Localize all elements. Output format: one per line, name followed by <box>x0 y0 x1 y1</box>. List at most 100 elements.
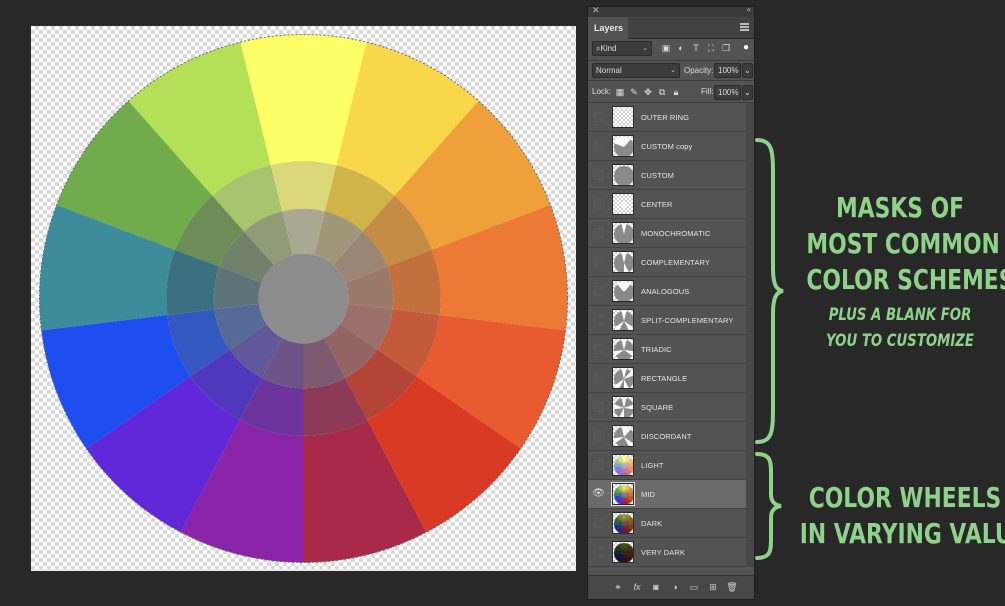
layer-thumbnail <box>612 454 634 476</box>
layer-thumbnail <box>611 482 635 506</box>
close-icon[interactable]: ✕ <box>592 5 600 16</box>
layer-row[interactable]: COMPLEMENTARY <box>588 248 746 277</box>
filter-type-icon[interactable]: T <box>690 42 702 54</box>
layer-row[interactable]: SQUARE <box>588 393 746 422</box>
lock-artboard-icon[interactable]: ⧉ <box>656 86 668 98</box>
layer-thumbnail <box>612 106 634 128</box>
panel-menu-icon[interactable] <box>740 23 749 31</box>
masks-line-3: COLOR SCHEMES <box>806 263 1005 296</box>
filter-row: ⌕Kind ⌄ ▣ ◐ T ⛶ ❐ ● <box>588 39 754 61</box>
layers-scrollbar[interactable] <box>746 103 754 567</box>
filter-shape-icon[interactable]: ⛶ <box>705 42 717 54</box>
panel-topbar: ✕ ‹‹ <box>588 5 754 17</box>
visibility-toggle[interactable] <box>594 228 604 238</box>
visibility-toggle[interactable] <box>594 141 604 151</box>
layer-row[interactable]: ANALOGOUS <box>588 277 746 306</box>
wheels-annotation: COLOR WHEELS IN VARYING VALUES <box>800 480 1005 552</box>
masks-line-2: MOST COMMON <box>806 227 1000 260</box>
layer-name: MONOCHROMATIC <box>641 229 711 238</box>
layer-row[interactable]: CUSTOM <box>588 161 746 190</box>
filter-toggle-icon[interactable]: ● <box>740 42 752 54</box>
layer-name: VERY DARK <box>641 548 685 557</box>
visibility-toggle[interactable] <box>594 344 604 354</box>
folder-icon[interactable]: ▭ <box>688 581 700 593</box>
opacity-input[interactable]: 100% <box>714 63 741 78</box>
layer-name: ANALOGOUS <box>641 287 690 296</box>
visibility-toggle[interactable] <box>594 170 604 180</box>
layer-thumbnail <box>612 338 634 360</box>
layer-row[interactable]: VERY DARK <box>588 538 746 567</box>
trash-icon[interactable]: 🗑︎ <box>726 581 738 593</box>
visibility-toggle[interactable] <box>594 286 604 296</box>
layer-thumbnail <box>612 193 634 215</box>
layer-thumbnail <box>612 280 634 302</box>
filter-kind-select[interactable]: ⌕Kind ⌄ <box>592 41 652 56</box>
layer-row[interactable]: TRIADIC <box>588 335 746 364</box>
layer-row[interactable]: 👁︎ MID <box>588 480 746 509</box>
visibility-toggle[interactable] <box>594 402 604 412</box>
visibility-toggle[interactable] <box>594 431 604 441</box>
visibility-toggle[interactable] <box>594 315 604 325</box>
opacity-dropdown[interactable]: ⌄ <box>742 63 753 78</box>
fill-input[interactable]: 100% <box>714 85 741 100</box>
layer-name: TRIADIC <box>641 345 672 354</box>
chevron-down-icon: ⌄ <box>744 88 751 97</box>
layers-panel: ✕ ‹‹ Layers ⌕Kind ⌄ ▣ ◐ T ⛶ ❐ ● Normal ⌄ O… <box>587 5 755 600</box>
layer-thumbnail <box>612 396 634 418</box>
collapse-icon[interactable]: ‹‹ <box>747 5 751 14</box>
visibility-toggle[interactable] <box>594 112 604 122</box>
blend-mode-label: Normal <box>596 66 622 75</box>
visibility-toggle[interactable] <box>594 373 604 383</box>
layer-row[interactable]: DARK <box>588 509 746 538</box>
layers-list: OUTER RING CUSTOM copy CUSTOM CENTER MONOCHR… <box>588 103 746 567</box>
blend-mode-select[interactable]: Normal ⌄ <box>592 63 680 78</box>
adjustment-layer-icon[interactable]: ◑ <box>669 581 681 593</box>
lock-transparency-icon[interactable]: ▦ <box>614 86 626 98</box>
layer-row[interactable]: MONOCHROMATIC <box>588 219 746 248</box>
layer-row[interactable]: LIGHT <box>588 451 746 480</box>
lock-brush-icon[interactable]: ✎ <box>628 86 640 98</box>
filter-smart-object-icon[interactable]: ❐ <box>720 42 732 54</box>
visibility-toggle[interactable] <box>594 257 604 267</box>
tab-layers[interactable]: Layers <box>588 17 628 39</box>
layer-thumbnail <box>612 222 634 244</box>
layer-row[interactable]: OUTER RING <box>588 103 746 132</box>
layer-row[interactable]: RECTANGLE <box>588 364 746 393</box>
fill-dropdown[interactable]: ⌄ <box>742 85 753 100</box>
document-canvas[interactable] <box>31 26 576 571</box>
filter-adjustment-icon[interactable]: ◐ <box>675 42 687 54</box>
eye-icon[interactable]: 👁︎ <box>592 488 605 500</box>
layer-name: CUSTOM copy <box>641 142 693 151</box>
opacity-label: Opacity: <box>684 66 714 75</box>
layer-name: DARK <box>641 519 663 528</box>
filter-pixel-icon[interactable]: ▣ <box>660 42 672 54</box>
layer-name: COMPLEMENTARY <box>641 258 710 267</box>
layer-name: LIGHT <box>641 461 664 470</box>
visibility-toggle[interactable] <box>594 547 604 557</box>
visibility-toggle[interactable] <box>594 518 604 528</box>
new-layer-icon[interactable]: ⊞ <box>707 581 719 593</box>
color-wheel <box>39 34 568 563</box>
layer-thumbnail <box>612 251 634 273</box>
fx-icon[interactable]: fx <box>631 581 643 593</box>
layer-name: DISCORDANT <box>641 432 692 441</box>
lock-row: Lock: ▦ ✎ ✥ ⧉ 🔒︎ Fill: 100% ⌄ <box>588 81 754 103</box>
layer-thumbnail <box>612 541 634 563</box>
layer-name: RECTANGLE <box>641 374 688 383</box>
layer-row[interactable]: DISCORDANT <box>588 422 746 451</box>
layer-name: MID <box>641 490 656 499</box>
link-icon[interactable]: ⚭ <box>612 581 624 593</box>
visibility-toggle[interactable] <box>594 199 604 209</box>
lock-position-icon[interactable]: ✥ <box>642 86 654 98</box>
layer-name: CENTER <box>641 200 673 209</box>
layer-row[interactable]: SPLIT-COMPLEMENTARY <box>588 306 746 335</box>
layer-row[interactable]: CENTER <box>588 190 746 219</box>
lock-label: Lock: <box>592 87 612 96</box>
visibility-toggle[interactable] <box>594 460 604 470</box>
layer-row[interactable]: CUSTOM copy <box>588 132 746 161</box>
chevron-down-icon: ⌄ <box>744 66 751 75</box>
add-mask-icon[interactable]: ◙ <box>650 581 662 593</box>
wheel-middle-segment <box>270 161 337 212</box>
wheels-brace <box>755 452 782 560</box>
lock-all-icon[interactable]: 🔒︎ <box>670 86 682 98</box>
